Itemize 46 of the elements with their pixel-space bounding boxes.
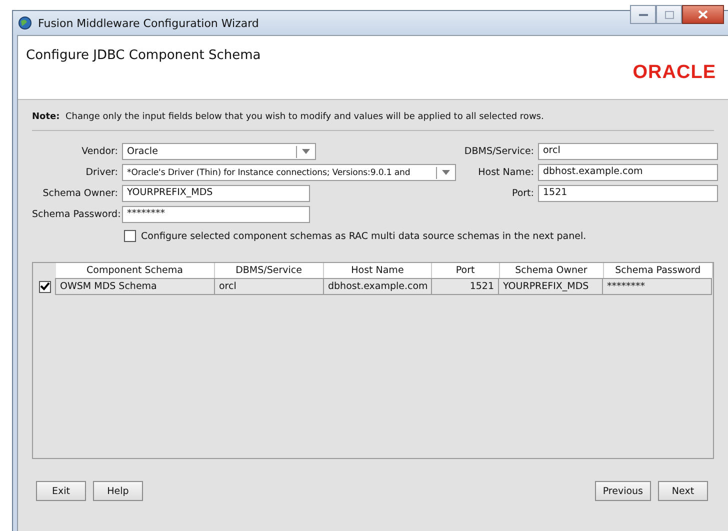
column-header[interactable]: Component Schema	[56, 263, 215, 278]
checkbox[interactable]	[38, 280, 50, 292]
checkbox-label: Configure selected component schemas as RAC multi data source schemas in the next panel.	[141, 230, 586, 242]
input-field[interactable]: dbhost.example.com	[538, 164, 718, 181]
input-field[interactable]: YOURPREFIX_MDS	[122, 185, 310, 202]
input-field[interactable]: 1521	[538, 185, 718, 202]
table-cell: YOURPREFIX_MDS	[498, 278, 603, 295]
table-cell: OWSM MDS Schema	[55, 278, 215, 295]
dropdown[interactable]: Oracle	[122, 143, 316, 160]
input-field[interactable]: ********	[122, 206, 310, 223]
dropdown[interactable]: *Oracle's Driver (Thin) for Instance connections; Versions:9.0.1 and	[122, 164, 456, 181]
field-label: Host Name:	[477, 167, 534, 178]
field-label: Schema Owner:	[42, 188, 118, 199]
column-header[interactable]: DBMS/Service	[214, 263, 324, 278]
maximize-button[interactable]	[656, 5, 682, 24]
column-header[interactable]: Schema Password	[604, 263, 713, 278]
table-cell: 1521	[431, 278, 499, 295]
wizard-button[interactable]: Help	[93, 481, 143, 501]
close-button[interactable]	[682, 5, 724, 24]
field-label: Driver:	[84, 167, 118, 178]
wizard-button[interactable]: Previous	[594, 481, 651, 501]
globe-icon	[18, 16, 32, 30]
field-label: Vendor:	[80, 146, 118, 157]
close-icon	[698, 10, 708, 19]
note-text: Note: Change only the input fields below that you wish to modify and values will be applied to all selected rows.	[32, 111, 545, 124]
field-label: Port:	[510, 188, 534, 199]
column-header[interactable]: Host Name	[324, 263, 432, 278]
minimize-icon	[638, 12, 648, 16]
wizard-button[interactable]: Next	[658, 481, 708, 501]
field-label: Schema Password:	[32, 209, 118, 220]
input-field[interactable]: orcl	[538, 143, 718, 160]
minimize-button[interactable]	[630, 5, 656, 24]
caret-icon	[302, 149, 310, 154]
wizard-button[interactable]: Exit	[36, 481, 86, 501]
page-title: Configure JDBC Component Schema	[26, 48, 261, 63]
table-cell: orcl	[214, 278, 324, 295]
table-cell: ********	[602, 278, 712, 295]
logo: ORACLE	[632, 62, 716, 84]
table-cell: dbhost.example.com	[323, 278, 432, 295]
window-title: Fusion Middleware Configuration Wizard	[38, 16, 259, 30]
column-header[interactable]: Schema Owner	[500, 263, 604, 278]
maximize-icon	[664, 10, 674, 18]
column-header[interactable]: Port	[432, 263, 500, 278]
checkbox[interactable]	[124, 230, 136, 242]
field-label: DBMS/Service:	[463, 146, 534, 157]
caret-icon	[442, 170, 450, 175]
